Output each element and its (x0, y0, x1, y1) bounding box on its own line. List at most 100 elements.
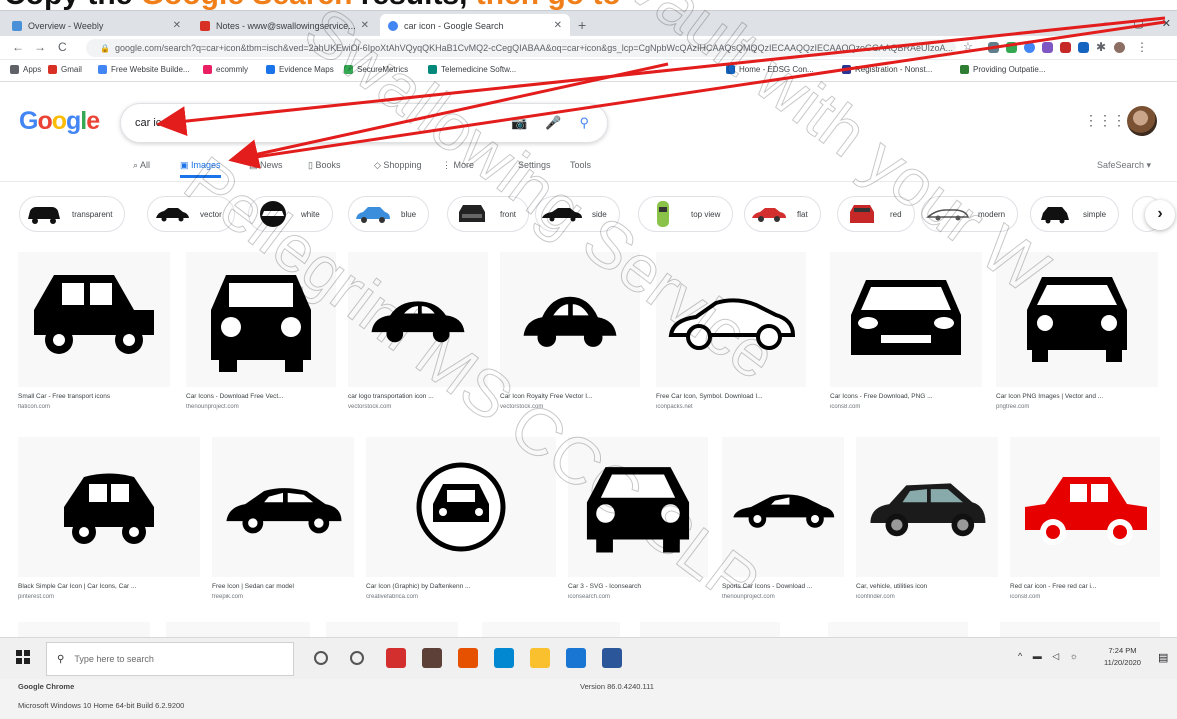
result-source[interactable]: thenounproject.com (186, 404, 336, 410)
row2-result-card[interactable]: Car Icon (Graphic) by Daftenkenn ... crea… (366, 437, 556, 611)
back-button[interactable]: ← (12, 40, 24, 54)
row2-result-card[interactable]: Car, vehicle, utilities icon iconfinder.c… (856, 437, 998, 611)
minimize-button[interactable]: — (1104, 17, 1115, 30)
extension-icon[interactable] (988, 42, 999, 53)
result-thumbnail[interactable] (856, 437, 998, 577)
taskbar-app-icon[interactable] (458, 648, 478, 668)
tab-images[interactable]: ▣ Images (180, 160, 221, 178)
taskbar-app-icon[interactable] (386, 648, 406, 668)
row2-result-card[interactable]: Black Simple Car Icon | Car Icons, Car .… (18, 437, 200, 611)
new-tab-button[interactable]: + (578, 17, 586, 33)
row2-result-card[interactable]: Red car icon - Free red car i... icons8.c… (1010, 437, 1160, 611)
result-thumbnail[interactable] (18, 252, 170, 387)
result-thumbnail[interactable] (996, 252, 1158, 387)
result-title[interactable]: Car, vehicle, utilities icon (856, 583, 998, 590)
result-source[interactable]: thenounproject.com (722, 594, 844, 600)
bookmark-website-builder[interactable]: Free Website Builde... (98, 65, 190, 74)
extension-icon[interactable] (1078, 42, 1089, 53)
result-thumbnail[interactable] (830, 252, 982, 387)
safesearch-dropdown[interactable]: SafeSearch ▾ (1097, 160, 1151, 171)
result-source[interactable]: iconpacks.net (656, 404, 806, 410)
result-title[interactable]: Car Icon Royalty Free Vector I... (500, 393, 640, 400)
bookmark-telemedicine[interactable]: Telemedicine Softw... (428, 65, 516, 74)
taskbar-app-icon[interactable] (566, 648, 586, 668)
result-thumbnail[interactable] (1010, 437, 1160, 577)
google-logo[interactable]: Google (19, 107, 100, 136)
bookmark-apps[interactable]: Apps (10, 65, 41, 74)
result-thumbnail[interactable] (348, 252, 488, 387)
tab-google-search[interactable]: car icon - Google Search ✕ (380, 14, 570, 37)
extension-icon[interactable] (1024, 42, 1035, 53)
result-title[interactable]: Car Icons - Download Free Vect... (186, 393, 336, 400)
apps-grid-icon[interactable]: ⋮⋮⋮ (1084, 112, 1126, 129)
result-source[interactable]: pngtree.com (996, 404, 1158, 410)
chip-red[interactable]: red (837, 196, 915, 232)
result-title[interactable]: Car Icons - Free Download, PNG ... (830, 393, 982, 400)
taskbar-app-icon[interactable] (422, 648, 442, 668)
result-title[interactable]: Free Icon | Sedan car model (212, 583, 354, 590)
taskbar-app-icon[interactable] (350, 651, 364, 665)
row2-result-card[interactable]: Free Icon | Sedan car model freepik.com (212, 437, 354, 611)
bookmark-evidence-maps[interactable]: Evidence Maps (266, 65, 334, 74)
camera-icon[interactable]: 📷 (511, 115, 527, 131)
chips-next-button[interactable]: › (1145, 200, 1175, 230)
star-icon[interactable]: ☆ (963, 40, 973, 53)
search-input[interactable]: car icon 📷 🎤 ⚲ (120, 103, 608, 143)
tab-settings[interactable]: Settings (518, 160, 551, 170)
reload-button[interactable]: C (58, 40, 67, 54)
system-tray[interactable]: ^ ▬ ◁ ☼ (1018, 651, 1082, 662)
result-title[interactable]: Free Car Icon, Symbol. Download I... (656, 393, 806, 400)
result-title[interactable]: Red car icon - Free red car i... (1010, 583, 1160, 590)
result-source[interactable]: vectorstock.com (348, 404, 488, 410)
tab-weebly[interactable]: Overview - Weebly ✕ (4, 14, 189, 37)
chip-flat[interactable]: flat (744, 196, 821, 232)
row1-result-card[interactable]: car logo transportation icon ... vectorst… (348, 252, 488, 421)
chip-white[interactable]: white (248, 196, 333, 232)
result-thumbnail[interactable] (568, 437, 708, 577)
taskbar-app-icon[interactable] (494, 648, 514, 668)
address-bar[interactable]: 🔒 google.com/search?q=car+icon&tbm=isch&v… (86, 39, 956, 57)
bookmark-registration[interactable]: Registration - Nonst... (842, 65, 932, 74)
row3-result-thumbnail[interactable] (166, 622, 310, 637)
result-thumbnail[interactable] (500, 252, 640, 387)
result-source[interactable]: icons8.com (1010, 594, 1160, 600)
extension-icon[interactable] (1006, 42, 1017, 53)
close-icon[interactable]: ✕ (554, 20, 562, 31)
extension-icon[interactable] (1042, 42, 1053, 53)
result-source[interactable]: flaticon.com (18, 404, 170, 410)
windows-start-icon[interactable] (16, 650, 30, 664)
result-thumbnail[interactable] (18, 437, 200, 577)
search-icon[interactable]: ⚲ (579, 115, 589, 131)
result-title[interactable]: Car Icon (Graphic) by Daftenkenn ... (366, 583, 556, 590)
result-source[interactable]: iconfinder.com (856, 594, 998, 600)
result-thumbnail[interactable] (656, 252, 806, 387)
notification-icon[interactable]: ▤ (1158, 651, 1168, 664)
result-title[interactable]: Sports Car Icons - Download ... (722, 583, 844, 590)
bookmark-edsg[interactable]: Home - EDSG Con... (726, 65, 814, 74)
taskbar-search-input[interactable]: ⚲ Type here to search (46, 642, 294, 676)
close-window-button[interactable]: ✕ (1162, 17, 1171, 30)
result-thumbnail[interactable] (186, 252, 336, 387)
result-thumbnail[interactable] (366, 437, 556, 577)
bookmark-securemetrics[interactable]: SecureMetrics (344, 65, 408, 74)
menu-icon[interactable]: ⋮ (1136, 40, 1148, 54)
profile-icon[interactable] (1114, 42, 1125, 53)
chip-vector[interactable]: vector (147, 196, 235, 232)
row2-result-card[interactable]: Sports Car Icons - Download ... thenounpr… (722, 437, 844, 611)
row1-result-card[interactable]: Car Icon Royalty Free Vector I... vectors… (500, 252, 640, 421)
taskbar-app-icon[interactable] (530, 648, 550, 668)
avatar[interactable] (1127, 106, 1157, 136)
chip-simple[interactable]: simple (1030, 196, 1120, 232)
chip-side[interactable]: side (535, 196, 620, 232)
tab-notes[interactable]: Notes - www@swallowingservice... ✕ (192, 14, 377, 37)
microphone-icon[interactable]: 🎤 (545, 115, 561, 131)
result-title[interactable]: car logo transportation icon ... (348, 393, 488, 400)
row3-result-thumbnail[interactable] (482, 622, 620, 637)
maximize-button[interactable]: ▢ (1133, 17, 1143, 30)
tab-books[interactable]: ▯ Books (308, 160, 340, 171)
result-title[interactable]: Car Icon PNG Images | Vector and ... (996, 393, 1158, 400)
chip-front[interactable]: front (447, 196, 530, 232)
chip-modern[interactable]: modern (921, 196, 1019, 232)
chip-blue[interactable]: blue (348, 196, 430, 232)
result-title[interactable]: Black Simple Car Icon | Car Icons, Car .… (18, 583, 200, 590)
